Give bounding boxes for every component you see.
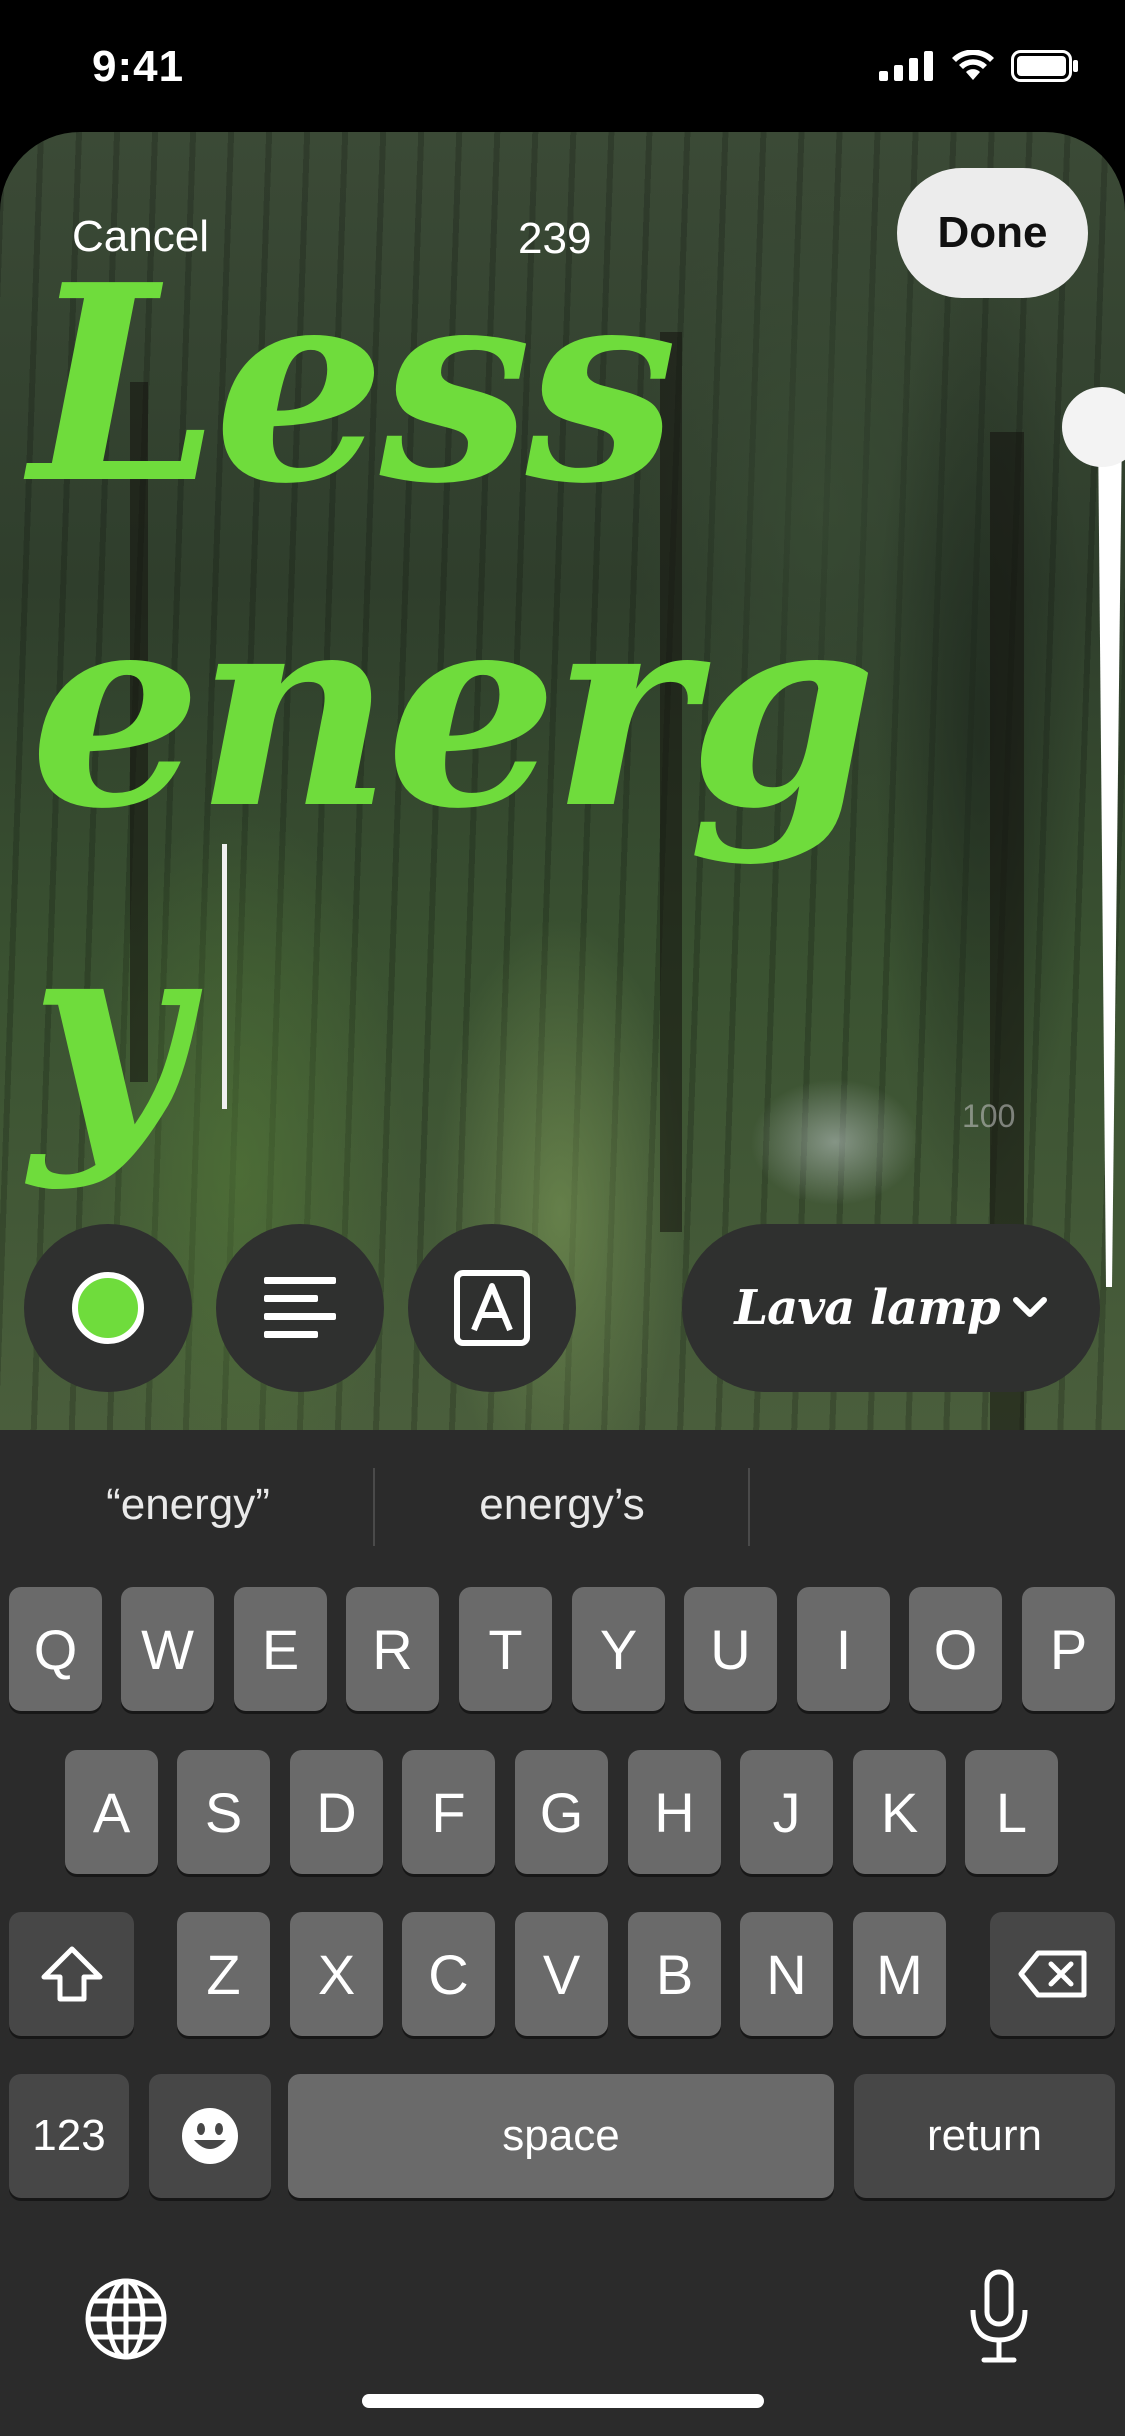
key-r[interactable]: R: [346, 1587, 439, 1711]
key-n[interactable]: N: [740, 1912, 833, 2036]
text-align-button[interactable]: [216, 1224, 384, 1392]
key-s[interactable]: S: [177, 1750, 270, 1874]
text-size-slider-thumb[interactable]: [1062, 387, 1125, 467]
key-w[interactable]: W: [121, 1587, 214, 1711]
key-v[interactable]: V: [515, 1912, 608, 2036]
key-l[interactable]: L: [965, 1750, 1058, 1874]
delete-icon: [1018, 1950, 1086, 1998]
chevron-down-icon: [1012, 1297, 1047, 1317]
home-indicator: [362, 2394, 764, 2408]
key-t[interactable]: T: [459, 1587, 552, 1711]
key-m[interactable]: M: [853, 1912, 946, 2036]
text-color-button[interactable]: [24, 1224, 192, 1392]
key-p[interactable]: P: [1022, 1587, 1115, 1711]
green-color-swatch-icon: [72, 1272, 144, 1344]
key-y[interactable]: Y: [572, 1587, 665, 1711]
key-a[interactable]: A: [65, 1750, 158, 1874]
text-size-slider[interactable]: [1040, 367, 1125, 1297]
key-c[interactable]: C: [402, 1912, 495, 2036]
text-line: y: [30, 875, 187, 1193]
suggestion-divider: [373, 1468, 375, 1546]
key-o[interactable]: O: [909, 1587, 1002, 1711]
key-i[interactable]: I: [797, 1587, 890, 1711]
text-style-button[interactable]: [408, 1224, 576, 1392]
emoji-key[interactable]: [149, 2074, 271, 2198]
predictive-suggestions-bar: “energy” energy’s: [0, 1430, 1125, 1580]
emoji-icon: [182, 2108, 238, 2164]
cellular-signal-icon: [879, 51, 933, 81]
key-k[interactable]: K: [853, 1750, 946, 1874]
shift-key[interactable]: [9, 1912, 134, 2036]
space-key[interactable]: space: [288, 2074, 834, 2198]
key-q[interactable]: Q: [9, 1587, 102, 1711]
status-time: 9:41: [92, 42, 185, 91]
key-u[interactable]: U: [684, 1587, 777, 1711]
suggestion-item[interactable]: energy’s: [377, 1480, 747, 1530]
suggestion-item[interactable]: “energy”: [3, 1480, 373, 1530]
key-e[interactable]: E: [234, 1587, 327, 1711]
shift-icon: [41, 1946, 102, 2002]
wifi-icon: [952, 50, 994, 80]
font-selector[interactable]: Lava lamp: [682, 1224, 1100, 1392]
key-h[interactable]: H: [628, 1750, 721, 1874]
microphone-icon[interactable]: [966, 2268, 1032, 2366]
key-g[interactable]: G: [515, 1750, 608, 1874]
key-z[interactable]: Z: [177, 1912, 270, 2036]
text-caret: [222, 844, 227, 1109]
status-icons: [879, 50, 1079, 82]
story-editor-canvas[interactable]: Cancel 239 Done Less energ y 100 Lava la…: [0, 132, 1125, 1432]
battery-icon: [1011, 50, 1078, 82]
key-f[interactable]: F: [402, 1750, 495, 1874]
text-size-value: 100: [962, 1098, 1016, 1134]
delete-key[interactable]: [990, 1912, 1115, 2036]
keyboard: “energy” energy’s Q W E R T Y U I O P A …: [0, 1430, 1125, 2436]
text-background-icon: [454, 1270, 530, 1346]
key-j[interactable]: J: [740, 1750, 833, 1874]
numbers-key[interactable]: 123: [9, 2074, 129, 2198]
return-key[interactable]: return: [854, 2074, 1115, 2198]
status-bar: 9:41: [0, 0, 1125, 135]
key-d[interactable]: D: [290, 1750, 383, 1874]
align-left-icon: [264, 1277, 336, 1338]
text-line: energ: [30, 550, 877, 868]
story-text-input[interactable]: Less energ y: [30, 222, 1050, 1197]
globe-icon[interactable]: [84, 2277, 168, 2361]
text-line: Less: [30, 225, 678, 543]
suggestion-divider: [748, 1468, 750, 1546]
font-name: Lava lamp: [734, 1280, 1000, 1336]
key-x[interactable]: X: [290, 1912, 383, 2036]
key-b[interactable]: B: [628, 1912, 721, 2036]
